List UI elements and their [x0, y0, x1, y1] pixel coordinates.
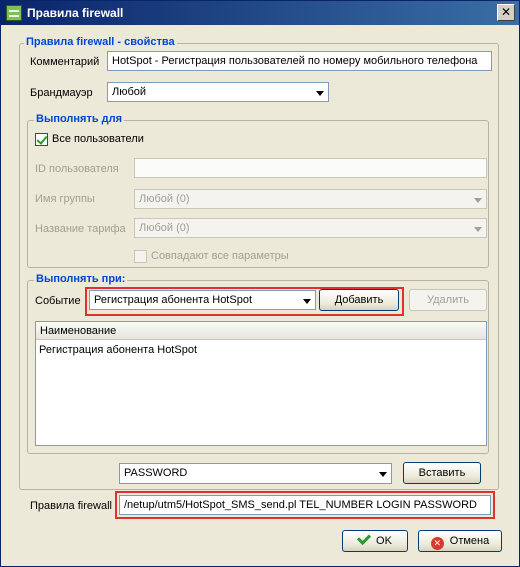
- events-table-header[interactable]: Наименование: [36, 322, 486, 340]
- firewall-label: Брандмауэр: [30, 87, 93, 99]
- chevron-down-icon: [474, 198, 482, 203]
- match-all-label: Совпадают все параметры: [151, 250, 289, 262]
- all-users-checkbox[interactable]: [35, 133, 48, 146]
- insert-button[interactable]: Вставить: [403, 462, 481, 484]
- execute-for-group-title: Выполнять для: [34, 113, 125, 125]
- firewall-rule-label: Правила firewall: [30, 500, 112, 512]
- chevron-down-icon: [303, 299, 311, 304]
- close-button[interactable]: ✕: [497, 4, 515, 21]
- event-select-value: Регистрация абонента HotSpot: [94, 294, 252, 306]
- comment-field[interactable]: HotSpot - Регистрация пользователей по н…: [107, 51, 492, 71]
- user-id-label: ID пользователя: [35, 163, 119, 175]
- cancel-icon: ✕: [430, 537, 444, 550]
- checkmark-icon: [356, 530, 372, 546]
- comment-label: Комментарий: [30, 56, 100, 68]
- chevron-down-icon: [379, 472, 387, 477]
- user-id-field[interactable]: [134, 158, 487, 178]
- tariff-name-label: Название тарифа: [35, 223, 126, 235]
- firewall-rules-dialog: Правила firewall ✕ Правила firewall - св…: [0, 0, 520, 567]
- event-select[interactable]: Регистрация абонента HotSpot: [89, 290, 316, 310]
- delete-event-button[interactable]: Удалить: [409, 289, 487, 311]
- chevron-down-icon: [474, 227, 482, 232]
- group-name-select[interactable]: Любой (0): [134, 189, 487, 209]
- add-event-button[interactable]: Добавить: [319, 289, 399, 311]
- all-users-label: Все пользователи: [52, 133, 144, 145]
- variable-select-value: PASSWORD: [124, 467, 188, 479]
- table-row[interactable]: Регистрация абонента HotSpot: [36, 342, 486, 360]
- ok-button[interactable]: OK: [342, 530, 408, 552]
- properties-group-title: Правила firewall - свойства: [24, 36, 177, 48]
- ok-button-label: OK: [376, 535, 392, 547]
- cancel-button[interactable]: ✕ Отмена: [418, 530, 502, 552]
- event-label: Событие: [35, 295, 81, 307]
- group-name-label: Имя группы: [35, 193, 95, 205]
- group-name-select-value: Любой (0): [139, 193, 190, 205]
- title-bar[interactable]: Правила firewall ✕: [1, 1, 519, 25]
- app-icon: [6, 5, 22, 21]
- cancel-button-label: Отмена: [449, 535, 490, 547]
- match-all-checkbox[interactable]: [134, 250, 147, 263]
- firewall-rule-field[interactable]: /netup/utm5/HotSpot_SMS_send.pl TEL_NUMB…: [119, 495, 491, 515]
- variable-select[interactable]: PASSWORD: [119, 463, 392, 484]
- tariff-name-select[interactable]: Любой (0): [134, 218, 487, 238]
- tariff-name-select-value: Любой (0): [139, 222, 190, 234]
- execute-on-group-title: Выполнять при:: [34, 273, 128, 285]
- chevron-down-icon: [316, 91, 324, 96]
- firewall-select[interactable]: Любой: [107, 82, 329, 102]
- firewall-select-value: Любой: [112, 86, 147, 98]
- window-title: Правила firewall: [27, 6, 124, 20]
- events-table: Наименование Регистрация абонента HotSpo…: [35, 321, 487, 446]
